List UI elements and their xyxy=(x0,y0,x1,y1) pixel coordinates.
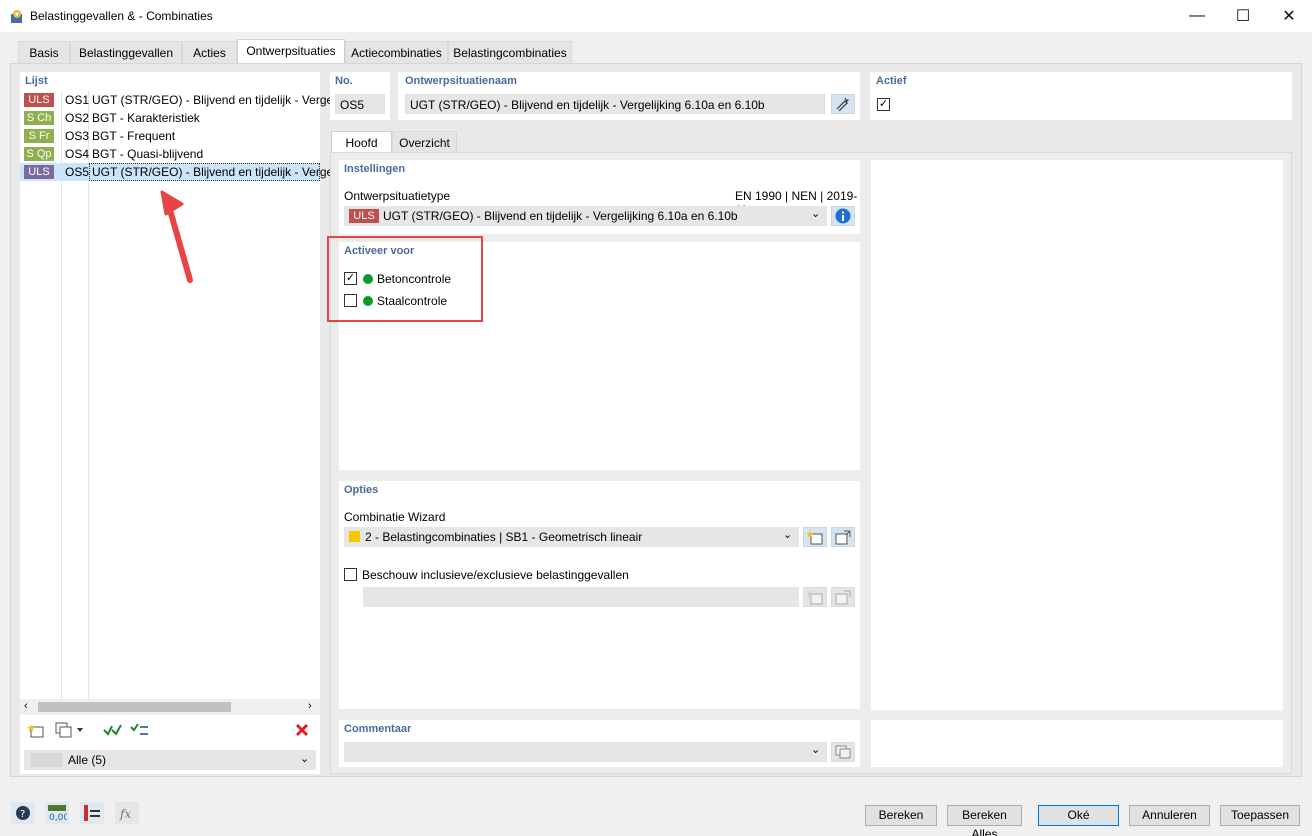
uls-tag: ULS xyxy=(349,209,379,223)
preview-panel xyxy=(871,160,1283,710)
calculate-button[interactable]: Bereken xyxy=(865,805,937,826)
comment-dropdown[interactable]: ⌄ xyxy=(344,742,827,762)
list-panel: Lijst ULS OS1 UGT (STR/GEO) - Blijvend e… xyxy=(20,72,336,774)
edit-wizard-icon[interactable] xyxy=(831,527,855,547)
active-checkbox[interactable]: ✓ xyxy=(877,98,890,111)
scroll-right-icon[interactable]: › xyxy=(308,700,312,712)
tab-belastinggevallen[interactable]: Belastinggevallen xyxy=(70,41,182,63)
list-item[interactable]: S Qp OS4 BGT - Quasi-blijvend xyxy=(20,145,320,163)
chevron-down-icon: ⌄ xyxy=(811,744,821,756)
name-field[interactable]: UGT (STR/GEO) - Blijvend en tijdelijk - … xyxy=(405,94,825,114)
new-inclusive-icon xyxy=(803,587,827,607)
window-title: Belastinggevallen & - Combinaties xyxy=(30,9,213,23)
sls-tag: S Qp xyxy=(24,147,54,161)
edit-inclusive-icon xyxy=(831,587,855,607)
no-field[interactable]: OS5 xyxy=(335,94,385,114)
list-item[interactable]: ULS OS1 UGT (STR/GEO) - Blijvend en tijd… xyxy=(20,91,336,109)
edit-name-icon[interactable] xyxy=(831,94,855,114)
tab-overzicht[interactable]: Overzicht xyxy=(392,131,457,153)
options-panel: Opties Combinatie Wizard 2 - Belastingco… xyxy=(339,481,860,709)
list-item[interactable]: S Fr OS3 BGT - Frequent xyxy=(20,127,320,145)
copy-dropdown-icon[interactable] xyxy=(52,719,88,741)
sls-tag: S Fr xyxy=(24,129,54,143)
new-item-icon[interactable] xyxy=(24,719,48,741)
units-icon[interactable]: 0,00 xyxy=(45,802,69,824)
inclusive-exclusive-checkbox[interactable] xyxy=(344,568,357,581)
tab-hoofd[interactable]: Hoofd xyxy=(331,131,392,153)
info-icon[interactable] xyxy=(831,206,855,226)
delete-icon[interactable] xyxy=(290,719,314,741)
comment-panel: Commentaar ⌄ xyxy=(339,720,860,767)
title-bar: Belastinggevallen & - Combinaties — ☐ ✕ xyxy=(0,0,1312,32)
inclusive-list-field xyxy=(363,587,799,607)
chevron-down-icon: ⌄ xyxy=(783,529,793,541)
list-header: Lijst xyxy=(25,75,48,87)
tab-basis[interactable]: Basis xyxy=(18,41,70,63)
settings-panel: Instellingen Ontwerpsituatietype EN 1990… xyxy=(339,160,860,234)
maximize-button[interactable]: ☐ xyxy=(1220,0,1266,32)
cancel-button[interactable]: Annuleren xyxy=(1129,805,1210,826)
app-icon xyxy=(11,10,22,23)
color-swatch xyxy=(349,531,360,542)
list-item-selected[interactable]: ULS OS5 UGT (STR/GEO) - Blijvend en tijd… xyxy=(20,163,336,181)
tab-actiecombinaties[interactable]: Actiecombinaties xyxy=(345,41,448,63)
comment-preview-panel xyxy=(871,720,1283,767)
active-panel: Actief ✓ xyxy=(870,72,1292,120)
chevron-down-icon: ⌄ xyxy=(300,753,310,765)
no-panel: No. OS5 xyxy=(330,72,390,120)
column-divider xyxy=(61,91,62,701)
svg-text:fx: fx xyxy=(119,807,131,821)
combination-wizard-dropdown[interactable]: 2 - Belastingcombinaties | SB1 - Geometr… xyxy=(344,527,799,547)
scrollbar-thumb[interactable] xyxy=(38,702,231,712)
annotation-arrow xyxy=(160,190,193,283)
tab-ontwerpsituaties[interactable]: Ontwerpsituaties xyxy=(237,39,345,63)
scroll-left-icon[interactable]: ‹ xyxy=(24,700,28,712)
horizontal-scrollbar[interactable]: ‹ › xyxy=(20,699,320,715)
design-situation-type-dropdown[interactable]: ULS UGT (STR/GEO) - Blijvend en tijdelij… xyxy=(344,206,827,226)
formula-icon[interactable]: fx xyxy=(115,802,139,824)
comment-library-icon[interactable] xyxy=(831,742,855,762)
name-panel: Ontwerpsituatienaam UGT (STR/GEO) - Blij… xyxy=(398,72,860,120)
svg-text:?: ? xyxy=(20,809,25,820)
filter-dropdown[interactable]: Alle (5) ⌄ xyxy=(24,750,316,770)
highlight-box xyxy=(327,236,483,322)
inclusive-exclusive-label: Beschouw inclusieve/exclusieve belasting… xyxy=(362,568,629,582)
sls-tag: S Ch xyxy=(24,111,54,125)
ok-button[interactable]: Oké xyxy=(1038,805,1119,826)
chevron-down-icon: ⌄ xyxy=(811,208,821,220)
apply-button[interactable]: Toepassen xyxy=(1220,805,1300,826)
svg-text:0,00: 0,00 xyxy=(49,813,67,822)
uls-tag: ULS xyxy=(24,165,54,179)
new-wizard-icon[interactable] xyxy=(803,527,827,547)
tab-acties[interactable]: Acties xyxy=(182,41,237,63)
help-icon[interactable]: ? xyxy=(11,802,35,824)
toggle-check-icon[interactable] xyxy=(128,719,152,741)
minimize-button[interactable]: — xyxy=(1174,0,1220,32)
model-info-icon[interactable] xyxy=(80,802,104,824)
calculate-all-button[interactable]: Bereken Alles xyxy=(947,805,1022,836)
check-all-icon[interactable] xyxy=(100,719,124,741)
column-divider xyxy=(88,91,89,701)
list-item[interactable]: S Ch OS2 BGT - Karakteristiek xyxy=(20,109,320,127)
tab-belastingcombinaties[interactable]: Belastingcombinaties xyxy=(448,41,572,63)
uls-tag: ULS xyxy=(24,93,54,107)
close-button[interactable]: ✕ xyxy=(1266,0,1312,32)
